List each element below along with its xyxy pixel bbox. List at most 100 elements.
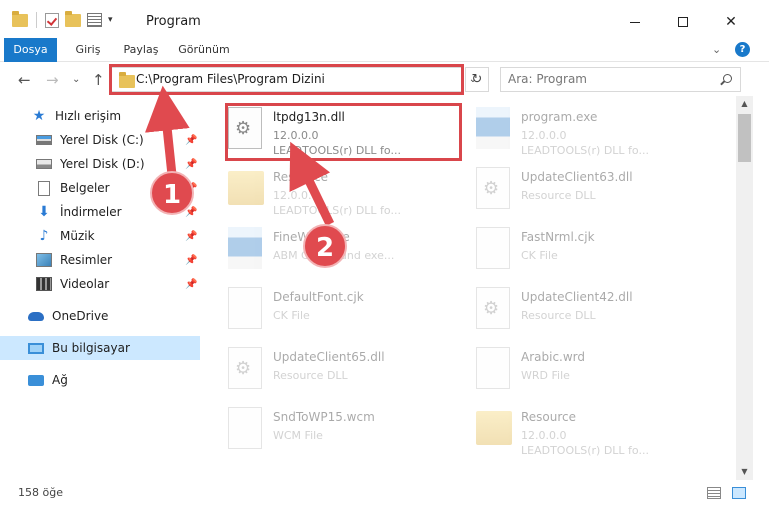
star-icon: ★ [32, 108, 46, 124]
sidebar-item-label: Müzik [60, 229, 95, 243]
help-icon[interactable]: ? [735, 42, 750, 57]
file-name: UpdateClient42.dll [521, 290, 633, 304]
file-item-sndtowp15[interactable]: SndToWP15.wcm WCM File [206, 402, 446, 460]
large-icons-view-icon[interactable] [732, 487, 746, 499]
file-icon [228, 407, 262, 449]
dll-gear-icon [476, 167, 510, 209]
videos-icon [36, 277, 52, 291]
sidebar-item-videos[interactable]: Videolar 📌 [0, 272, 200, 296]
file-item-updateclient63[interactable]: UpdateClient63.dll Resource DLL [454, 162, 694, 220]
sidebar-item-disk-c[interactable]: Yerel Disk (C:) 📌 [0, 128, 200, 152]
scroll-thumb[interactable] [738, 114, 751, 162]
sidebar-item-onedrive[interactable]: OneDrive [0, 304, 200, 328]
file-name: Resource [521, 410, 577, 424]
file-item-fastnrml[interactable]: FastNrml.cjk CK File [454, 222, 694, 280]
sidebar-item-quick-access[interactable]: ★ Hızlı erişim [0, 104, 200, 128]
sidebar-item-music[interactable]: ♪ Müzik 📌 [0, 224, 200, 248]
file-name: Arabic.wrd [521, 350, 586, 364]
file-icon [476, 227, 510, 269]
application-icon [476, 107, 510, 149]
vertical-scrollbar[interactable]: ▲ ▼ [736, 96, 753, 480]
pin-icon[interactable]: 📌 [185, 159, 197, 170]
properties-check-icon[interactable] [45, 12, 59, 28]
properties-icon[interactable] [87, 13, 102, 27]
sidebar-item-pictures[interactable]: Resimler 📌 [0, 248, 200, 272]
network-icon [28, 374, 44, 386]
documents-icon [38, 180, 50, 196]
pin-icon[interactable]: 📌 [185, 135, 197, 146]
title-bar: ▾ Program ✕ [0, 0, 769, 40]
file-item-updateclient65[interactable]: UpdateClient65.dll Resource DLL [206, 342, 446, 400]
pin-icon[interactable]: 📌 [185, 231, 197, 242]
pin-icon[interactable]: 📌 [185, 255, 197, 266]
sidebar-item-label: Resimler [60, 253, 113, 267]
file-item-resource-folder[interactable]: Resource 12.0.0.0 LEADTOOLS(r) DLL fo... [206, 162, 446, 220]
downloads-icon: ⬇ [38, 204, 50, 220]
scroll-up-icon[interactable]: ▲ [736, 96, 753, 112]
file-item-arabic-wrd[interactable]: Arabic.wrd WRD File [454, 342, 694, 400]
quick-access-toolbar: ▾ [12, 10, 113, 28]
file-item-resource-folder-2[interactable]: Resource 12.0.0.0 LEADTOOLS(r) DLL fo... [454, 402, 694, 460]
sidebar-item-label: Videolar [60, 277, 110, 291]
scroll-down-icon[interactable]: ▼ [736, 464, 753, 480]
navigation-pane: ★ Hızlı erişim Yerel Disk (C:) 📌 Yerel D… [0, 100, 205, 474]
music-icon: ♪ [39, 228, 49, 244]
refresh-button[interactable]: ↻ [465, 67, 489, 92]
sidebar-item-label: OneDrive [52, 309, 109, 323]
close-button[interactable]: ✕ [708, 8, 754, 36]
computer-icon [28, 342, 44, 354]
tab-share[interactable]: Paylaş [117, 38, 165, 62]
file-details: CK File [273, 309, 310, 322]
dll-gear-icon [476, 287, 510, 329]
sidebar-item-label: Yerel Disk (D:) [60, 157, 145, 171]
dll-gear-icon [228, 347, 262, 389]
maximize-button[interactable] [660, 8, 706, 36]
up-arrow-icon[interactable]: ↑ [92, 71, 105, 89]
folder-icon [228, 171, 264, 205]
drive-icon [36, 159, 52, 169]
new-folder-icon[interactable] [65, 10, 81, 27]
sidebar-item-label: Hızlı erişim [55, 109, 122, 123]
forward-arrow-icon[interactable]: → [46, 71, 59, 89]
file-item-defaultfont[interactable]: DefaultFont.cjk CK File [206, 282, 446, 340]
file-name: DefaultFont.cjk [273, 290, 364, 304]
tab-home[interactable]: Giriş [66, 38, 110, 62]
file-item-updateclient42[interactable]: UpdateClient42.dll Resource DLL [454, 282, 694, 340]
file-icon [228, 287, 262, 329]
sidebar-item-this-pc[interactable]: Bu bilgisayar [0, 336, 200, 360]
window-title: Program [146, 14, 201, 29]
minimize-button[interactable] [612, 8, 658, 36]
sidebar-item-label: Yerel Disk (C:) [60, 133, 144, 147]
details-view-icon[interactable] [707, 487, 721, 499]
pin-icon[interactable]: 📌 [185, 279, 197, 290]
tab-view[interactable]: Görünüm [172, 38, 236, 62]
file-highlight-box [225, 103, 462, 161]
file-details: 12.0.0.0 LEADTOOLS(r) DLL fo... [273, 189, 401, 217]
toolbar-divider [36, 12, 37, 28]
expand-ribbon-icon[interactable]: ⌄ [712, 43, 721, 56]
file-icon [476, 347, 510, 389]
cloud-icon [28, 311, 44, 321]
callout-badge-1: 1 [150, 171, 194, 215]
recent-dropdown-icon[interactable]: ⌄ [72, 74, 80, 85]
search-box[interactable]: Ara: Program [500, 67, 741, 92]
search-icon [723, 74, 732, 83]
pictures-icon [36, 253, 52, 267]
folder-icon [12, 10, 28, 27]
file-name: SndToWP15.wcm [273, 410, 375, 424]
file-details: Resource DLL [521, 309, 596, 322]
back-arrow-icon[interactable]: ← [18, 71, 31, 89]
sidebar-item-label: Belgeler [60, 181, 110, 195]
address-highlight-box [109, 64, 464, 95]
ribbon-tabs: Dosya Giriş Paylaş Görünüm ⌄ ? [0, 38, 769, 96]
file-details: WRD File [521, 369, 570, 382]
sidebar-item-label: Bu bilgisayar [52, 341, 130, 355]
file-details: CK File [521, 249, 558, 262]
maximize-icon [678, 17, 688, 27]
close-icon: ✕ [725, 14, 737, 30]
status-bar: 158 öğe [0, 482, 769, 504]
file-item-program-exe[interactable]: program.exe 12.0.0.0 LEADTOOLS(r) DLL fo.… [454, 102, 694, 160]
file-name: UpdateClient63.dll [521, 170, 633, 184]
sidebar-item-network[interactable]: Ağ [0, 368, 200, 392]
customize-dropdown-icon[interactable]: ▾ [108, 15, 113, 25]
